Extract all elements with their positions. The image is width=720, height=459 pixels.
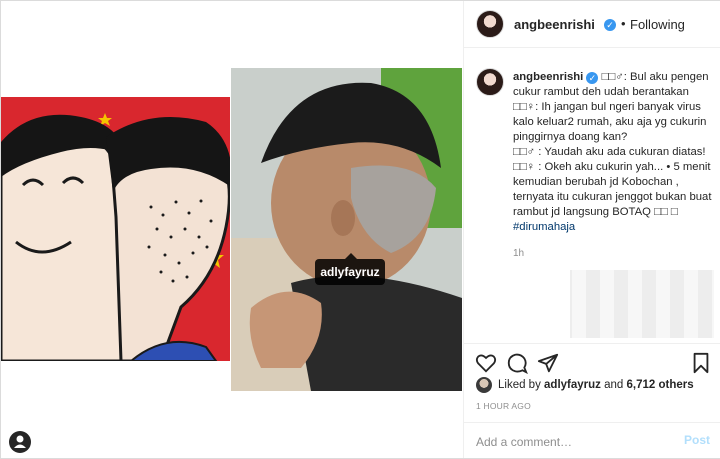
likes-prefix: Liked by [498,379,545,391]
likes-summary[interactable]: Liked by adlyfayruz and 6,712 others [498,379,694,391]
separator-dot: • [621,16,626,31]
caption-symbols-1: □□♂ [601,71,624,83]
person-glyph [14,435,26,448]
heart-icon[interactable] [475,352,497,374]
follow-status-button[interactable]: Following [630,17,685,32]
caption-line-3: : Yaudah aku ada cukuran diatas! [535,146,706,158]
user-tag-label[interactable]: adlyfayruz [315,259,385,285]
liker-avatar[interactable] [476,377,492,393]
cartoon-drawing [1,97,230,361]
author-avatar[interactable] [476,10,504,38]
post-sidebar: angbeenrishi ✓ • Following angbeenrishi … [463,1,720,458]
caption-line-4: : Okeh aku cukurin yah... • 5 menit kemu… [513,161,712,218]
post-comment-button[interactable]: Post [684,433,710,447]
caption-symbols-2: □□♀ [513,101,536,113]
comment-icon[interactable] [506,352,528,374]
comment-input[interactable] [474,431,668,453]
likes-and: and [600,379,627,391]
caption-username[interactable]: angbeenrishi [513,71,583,83]
comment-box: Post [464,422,720,459]
caption-line-2: : Ih jangan bul ngeri banyak virus kalo … [513,101,707,143]
cartoon-image [1,97,230,361]
post-timestamp[interactable]: 1 HOUR AGO [476,401,531,411]
haircut-photo [231,68,462,391]
post-header: angbeenrishi ✓ • Following [464,1,720,48]
blurred-comments [474,270,714,338]
bookmark-icon[interactable] [690,352,712,374]
likes-first-user[interactable]: adlyfayruz [544,379,601,391]
caption-avatar[interactable] [476,68,504,96]
action-bar [464,343,720,384]
user-tags-icon[interactable] [9,431,31,453]
caption-symbols-3: □□♂ [513,146,536,158]
verified-badge-icon: ✓ [604,19,616,31]
likes-others[interactable]: 6,712 others [627,379,694,391]
photo-image [231,68,462,391]
share-icon[interactable] [537,352,559,374]
caption-verified-icon: ✓ [586,72,599,84]
author-username[interactable]: angbeenrishi [514,17,595,32]
caption-text: angbeenrishi ✓ □□♂: Bul aku pengen cukur… [513,70,713,235]
post-media[interactable]: adlyfayruz [1,1,462,458]
caption-age: 1h [513,248,525,259]
comments-area[interactable]: angbeenrishi ✓ □□♂: Bul aku pengen cukur… [464,48,720,343]
caption-symbols-4: □□♀ [513,161,536,173]
caption-hashtag-link[interactable]: #dirumahaja [513,221,575,233]
